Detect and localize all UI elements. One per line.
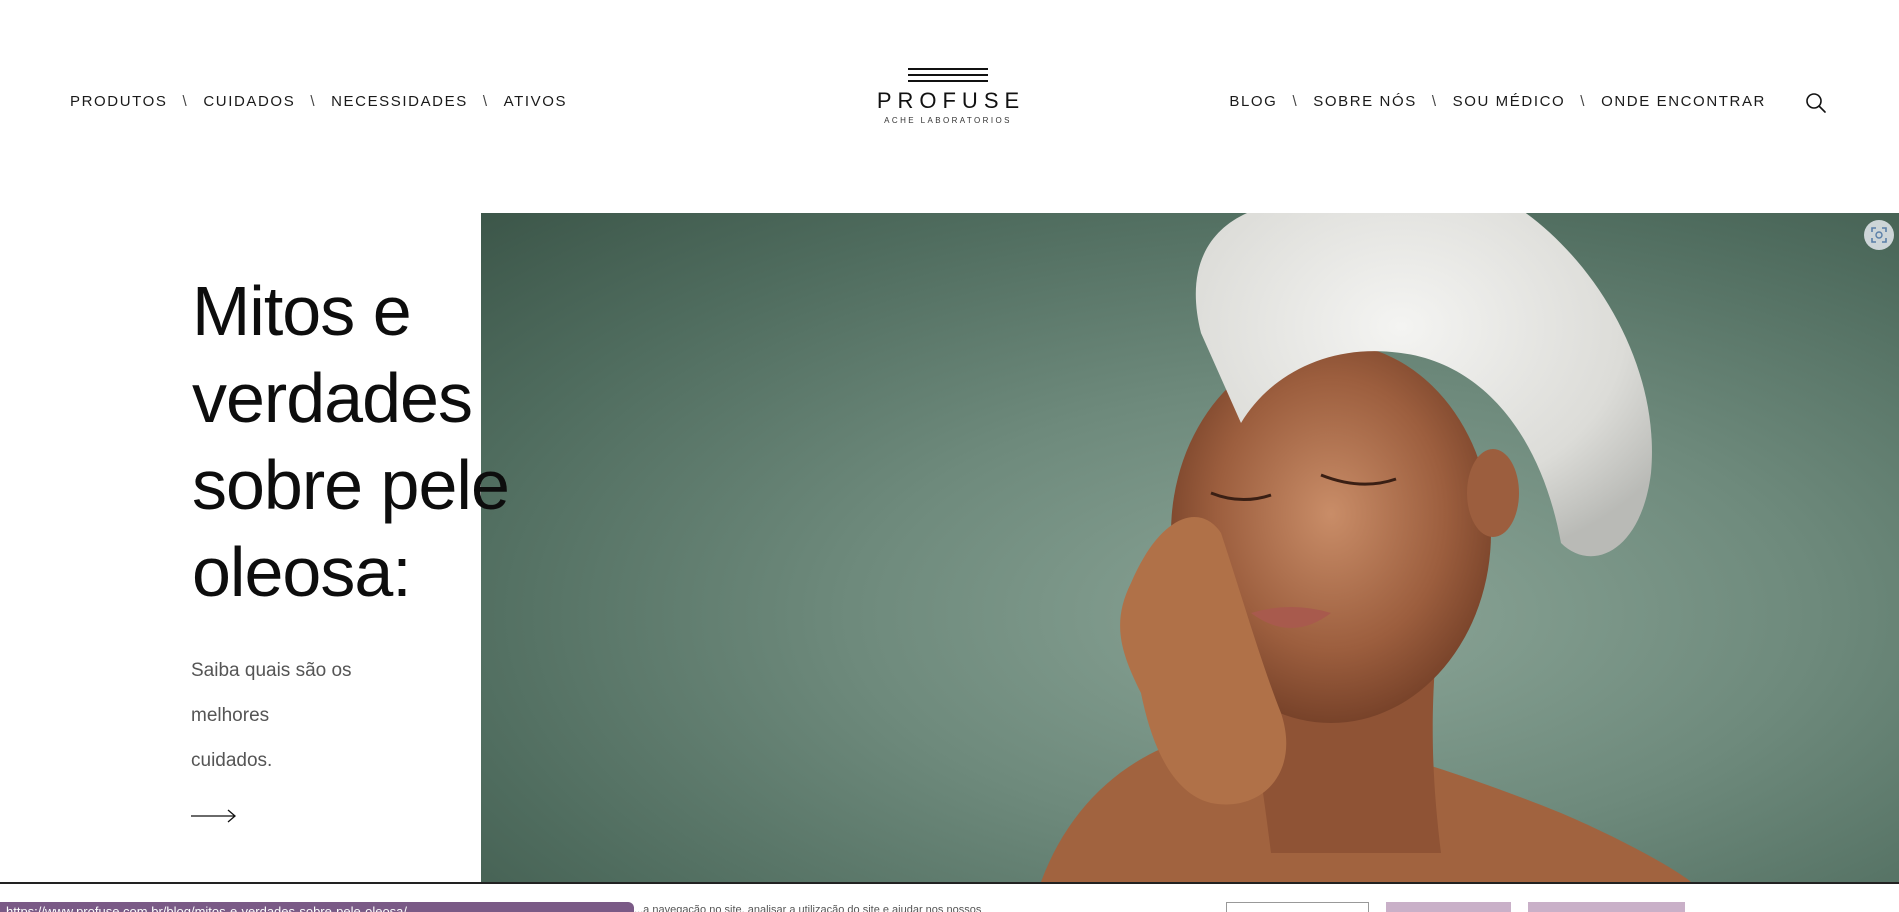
nav-item-sou-medico[interactable]: SOU MÉDICO xyxy=(1453,93,1566,110)
nav-separator: \ xyxy=(310,93,317,110)
search-icon xyxy=(1806,93,1826,113)
hero-photo-illustration xyxy=(1041,213,1691,882)
nav-separator: \ xyxy=(1431,93,1438,110)
cookie-consent-bar: https://www.profuse.com.br/blog/mitos-e-… xyxy=(0,882,1899,912)
nav-separator: \ xyxy=(482,93,489,110)
nav-separator: \ xyxy=(1292,93,1299,110)
hero-title: Mitos e verdades sobre pele oleosa: xyxy=(192,268,532,616)
hero-subtitle: Saiba quais são os melhores cuidados. xyxy=(191,648,391,783)
nav-item-produtos[interactable]: PRODUTOS xyxy=(70,93,168,110)
status-url-preview: https://www.profuse.com.br/blog/mitos-e-… xyxy=(0,902,634,912)
nav-item-blog[interactable]: BLOG xyxy=(1229,93,1277,110)
logo-mark xyxy=(908,68,988,82)
cookie-settings-button[interactable] xyxy=(1226,902,1369,912)
screenshot-button[interactable] xyxy=(1864,220,1894,250)
nav-separator: \ xyxy=(182,93,189,110)
nav-item-ativos[interactable]: ATIVOS xyxy=(504,93,568,110)
logo-name: PROFUSE xyxy=(876,88,1026,113)
site-header: PRODUTOS \ CUIDADOS \ NECESSIDADES \ ATI… xyxy=(0,0,1899,212)
hero-title-line: verdades xyxy=(192,359,473,437)
hero-cta-arrow[interactable] xyxy=(191,806,237,826)
cookie-consent-text: ...a navegação no site, analisar a utili… xyxy=(634,904,982,912)
cookie-reject-button[interactable] xyxy=(1386,902,1511,912)
nav-separator: \ xyxy=(1580,93,1587,110)
hero-subtitle-line: Saiba quais são os xyxy=(191,660,352,681)
nav-item-cuidados[interactable]: CUIDADOS xyxy=(203,93,295,110)
hero-subtitle-line: cuidados. xyxy=(191,750,273,771)
nav-item-onde-encontrar[interactable]: ONDE ENCONTRAR xyxy=(1601,93,1766,110)
hero-heading-block: Mitos e verdades sobre pele oleosa: xyxy=(192,268,532,616)
arrow-right-icon xyxy=(191,809,236,823)
hero-title-line: oleosa: xyxy=(192,533,412,611)
hero-subtitle-line: melhores xyxy=(191,705,270,726)
search-button[interactable] xyxy=(1804,91,1828,115)
brand-logo[interactable]: PROFUSE ACHE LABORATORIOS xyxy=(870,68,1026,125)
hero-title-line: sobre pele xyxy=(192,446,510,524)
primary-nav-left: PRODUTOS \ CUIDADOS \ NECESSIDADES \ ATI… xyxy=(70,93,567,110)
primary-nav-right: BLOG \ SOBRE NÓS \ SOU MÉDICO \ ONDE ENC… xyxy=(1229,93,1766,110)
logo-subtitle: ACHE LABORATORIOS xyxy=(884,116,1012,125)
screenshot-icon xyxy=(1871,227,1887,243)
hero-image xyxy=(481,213,1899,882)
nav-item-necessidades[interactable]: NECESSIDADES xyxy=(331,93,468,110)
hero-title-line: Mitos e xyxy=(192,272,412,350)
cookie-accept-button[interactable] xyxy=(1528,902,1685,912)
nav-item-sobre-nos[interactable]: SOBRE NÓS xyxy=(1313,93,1417,110)
